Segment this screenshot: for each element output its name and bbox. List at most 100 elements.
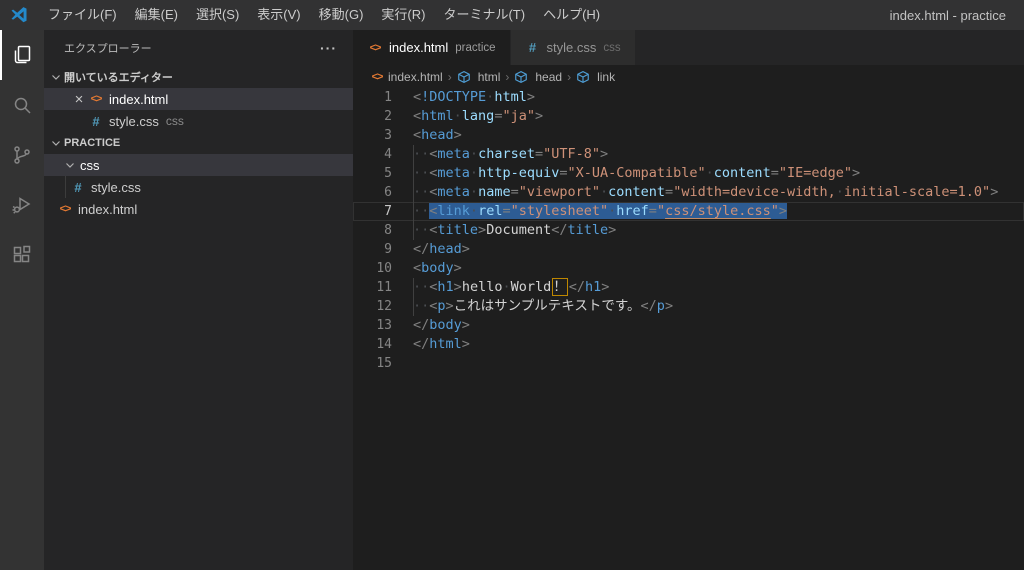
files-icon bbox=[10, 43, 34, 67]
activity-search[interactable] bbox=[0, 80, 44, 130]
code-line-13[interactable]: 13</body> bbox=[353, 316, 1024, 335]
line-number[interactable]: 9 bbox=[353, 240, 392, 259]
css-file-icon: # bbox=[88, 114, 104, 129]
breadcrumb-item-head[interactable]: head bbox=[514, 70, 562, 84]
code-text: <head> bbox=[413, 126, 462, 145]
activity-source-control[interactable] bbox=[0, 130, 44, 180]
html-file-icon: <> bbox=[367, 42, 383, 54]
vscode-window: ファイル(F)編集(E)選択(S)表示(V)移動(G)実行(R)ターミナル(T)… bbox=[0, 0, 1024, 570]
breadcrumb-item-html[interactable]: html bbox=[457, 70, 501, 84]
item-label: style.css bbox=[91, 180, 141, 195]
tab-index-html[interactable]: <> index.html practice bbox=[353, 30, 511, 65]
breadcrumb: <>index.html›html›head›link bbox=[353, 65, 1024, 88]
menu-selection[interactable]: 選択(S) bbox=[187, 0, 248, 30]
line-number[interactable]: 4 bbox=[353, 145, 392, 164]
open-editor-style-css[interactable]: # style.css css bbox=[44, 110, 353, 132]
code-line-9[interactable]: 9 </head> bbox=[353, 240, 1024, 259]
breadcrumb-label: index.html bbox=[388, 70, 443, 84]
chevron-down-icon bbox=[62, 157, 78, 173]
menu-view[interactable]: 表示(V) bbox=[248, 0, 309, 30]
explorer-tree: 開いているエディター×<>index.html#style.csscssPRAC… bbox=[44, 66, 353, 220]
menu-file[interactable]: ファイル(F) bbox=[39, 0, 126, 30]
symbol-cube-icon bbox=[457, 70, 475, 84]
menu-terminal[interactable]: ターミナル(T) bbox=[434, 0, 534, 30]
close-icon[interactable]: × bbox=[70, 92, 88, 107]
breadcrumb-label: html bbox=[478, 70, 501, 84]
tab-label: index.html bbox=[389, 40, 448, 55]
line-number[interactable]: 13 bbox=[353, 316, 392, 335]
activity-run-debug[interactable] bbox=[0, 180, 44, 230]
code-line-6[interactable]: 6 ··<meta·name="viewport"·content="width=… bbox=[353, 183, 1024, 202]
line-number[interactable]: 12 bbox=[353, 297, 392, 316]
code-line-3[interactable]: 3 <head> bbox=[353, 126, 1024, 145]
item-label: css bbox=[80, 158, 100, 173]
tab-description: css bbox=[603, 42, 620, 54]
line-number[interactable]: 6 bbox=[353, 183, 392, 202]
breadcrumb-separator: › bbox=[448, 70, 452, 84]
code-text: <body> bbox=[413, 259, 462, 278]
code-line-7[interactable]: 7··<link·rel="stylesheet"·href="css/styl… bbox=[353, 202, 1024, 221]
item-label: style.css bbox=[109, 114, 159, 129]
code-line-5[interactable]: 5 ··<meta·http-equiv="X-UA-Compatible"·co… bbox=[353, 164, 1024, 183]
html-file-icon: <> bbox=[57, 203, 73, 215]
menu-run[interactable]: 実行(R) bbox=[372, 0, 434, 30]
tree-style-css[interactable]: # style.css bbox=[44, 176, 353, 198]
line-number[interactable]: 10 bbox=[353, 259, 392, 278]
tab-description: practice bbox=[455, 42, 495, 54]
code-line-15[interactable]: 15 bbox=[353, 354, 1024, 373]
code-line-11[interactable]: 11 ··<h1>hello·World！</h1> bbox=[353, 278, 1024, 297]
sidebar-header: エクスプローラー ··· bbox=[44, 30, 353, 66]
code-text: ··<meta·http-equiv="X-UA-Compatible"·con… bbox=[413, 164, 860, 183]
code-line-12[interactable]: 12··<p>これはサンプルテキストです。</p> bbox=[353, 297, 1024, 316]
menu-help[interactable]: ヘルプ(H) bbox=[534, 0, 609, 30]
breadcrumb-separator: › bbox=[567, 70, 571, 84]
chevron-down-icon bbox=[48, 69, 64, 85]
tab-style-css[interactable]: #style.csscss bbox=[511, 30, 636, 65]
folder-css[interactable]: css bbox=[44, 154, 353, 176]
activity-bar bbox=[0, 30, 44, 570]
line-number[interactable]: 2 bbox=[353, 107, 392, 126]
symbol-cube-icon bbox=[514, 70, 532, 84]
code-text: </head> bbox=[413, 240, 470, 259]
breadcrumb-item-link[interactable]: link bbox=[576, 70, 615, 84]
editor-group: <>index.htmlpractice#style.csscss <>inde… bbox=[353, 30, 1024, 570]
css-file-icon: # bbox=[525, 40, 541, 55]
open-editor-index-html[interactable]: ×<>index.html bbox=[44, 88, 353, 110]
code-line-4[interactable]: 4··<meta·charset="UTF-8"> bbox=[353, 145, 1024, 164]
code-line-1[interactable]: 1 <!DOCTYPE·html> bbox=[353, 88, 1024, 107]
css-file-icon: # bbox=[70, 180, 86, 195]
line-number[interactable]: 15 bbox=[353, 354, 392, 373]
item-language-suffix: css bbox=[166, 114, 184, 128]
line-number[interactable]: 1 bbox=[353, 88, 392, 107]
activity-explorer[interactable] bbox=[0, 30, 44, 80]
code-line-14[interactable]: 14</html> bbox=[353, 335, 1024, 354]
code-line-2[interactable]: 2<html·lang="ja"> bbox=[353, 107, 1024, 126]
ellipsis-icon[interactable]: ··· bbox=[320, 40, 337, 56]
workspace-practice-header[interactable]: PRACTICE bbox=[44, 132, 353, 154]
code-line-10[interactable]: 10 <body> bbox=[353, 259, 1024, 278]
code-text: ··<title>Document</title> bbox=[413, 221, 616, 240]
menu-go[interactable]: 移動(G) bbox=[310, 0, 373, 30]
extensions-icon bbox=[10, 243, 34, 267]
item-label: index.html bbox=[109, 92, 168, 107]
activity-extensions[interactable] bbox=[0, 230, 44, 280]
code-editor[interactable]: 1 <!DOCTYPE·html>2<html·lang="ja">3 <head>… bbox=[353, 88, 1024, 570]
code-text: <!DOCTYPE·html> bbox=[413, 88, 535, 107]
code-text: ··<meta·name="viewport"·content="width=d… bbox=[413, 183, 998, 202]
breadcrumb-item-index.html[interactable]: <>index.html bbox=[369, 70, 443, 84]
tree-index-html[interactable]: <>index.html bbox=[44, 198, 353, 220]
title-bar: ファイル(F)編集(E)選択(S)表示(V)移動(G)実行(R)ターミナル(T)… bbox=[0, 0, 1024, 30]
source-control-icon bbox=[10, 143, 34, 167]
code-text: ··<h1>hello·World！</h1> bbox=[413, 278, 609, 297]
breadcrumb-label: head bbox=[535, 70, 562, 84]
line-number[interactable]: 8 bbox=[353, 221, 392, 240]
menu-edit[interactable]: 編集(E) bbox=[126, 0, 187, 30]
line-number[interactable]: 14 bbox=[353, 335, 392, 354]
line-number[interactable]: 7 bbox=[353, 202, 392, 221]
open-editors-header[interactable]: 開いているエディター bbox=[44, 66, 353, 88]
window-title: index.html - practice bbox=[890, 8, 1024, 23]
line-number[interactable]: 11 bbox=[353, 278, 392, 297]
line-number[interactable]: 3 bbox=[353, 126, 392, 145]
code-line-8[interactable]: 8 ··<title>Document</title> bbox=[353, 221, 1024, 240]
line-number[interactable]: 5 bbox=[353, 164, 392, 183]
